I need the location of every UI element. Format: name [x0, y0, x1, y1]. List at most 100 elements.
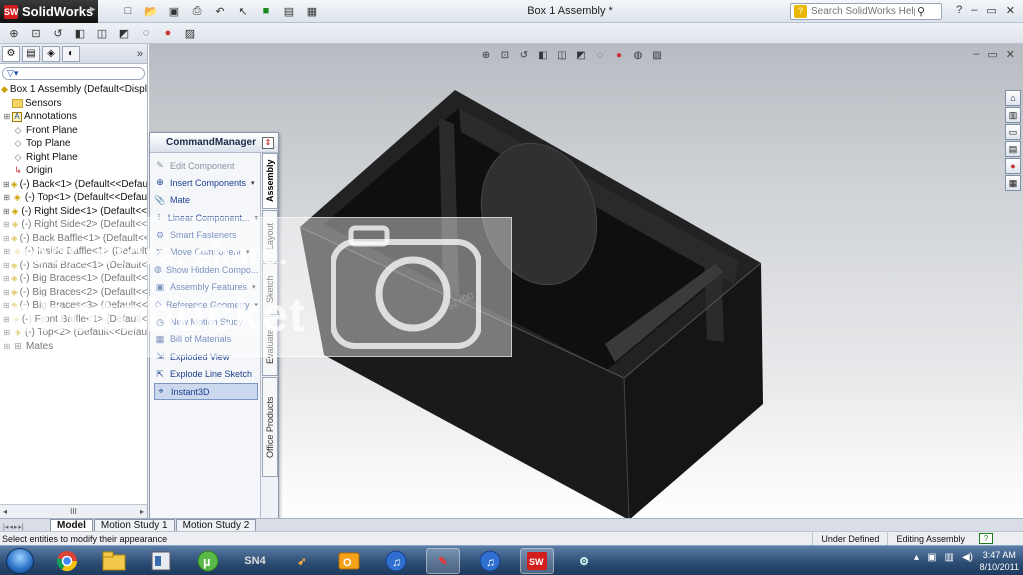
save-icon[interactable]: ▣ — [166, 3, 182, 19]
bottom-tab[interactable]: Motion Study 1 — [93, 519, 175, 531]
restore-button[interactable]: ▭ — [986, 4, 996, 17]
tree-item-label: (-) Back<1> (Default<<Defau — [19, 178, 147, 190]
command-item[interactable]: ✎ Edit Component — [154, 157, 258, 174]
status-message: Select entities to modify their appearan… — [2, 533, 168, 544]
taskbar-clock[interactable]: 3:47 AM 8/10/2011 — [980, 549, 1019, 573]
start-button[interactable] — [6, 548, 34, 574]
command-item[interactable]: ⌖ Instant3D — [154, 383, 258, 401]
rebuild-icon[interactable]: ■ — [258, 3, 274, 19]
last-tab-icon[interactable]: ▸| — [18, 523, 23, 531]
scene-icon[interactable]: ▨ — [182, 25, 198, 41]
itunes-icon[interactable]: ♫ — [379, 548, 413, 574]
tools-icon[interactable]: ⚙ — [567, 548, 601, 574]
file-explorer-icon[interactable]: ▭ — [1005, 124, 1021, 140]
solidworks-taskbar-icon[interactable]: SW — [520, 548, 554, 574]
command-item[interactable]: 📎 Mate — [154, 192, 258, 209]
watermark-tagline: host. store. share. — [11, 238, 289, 271]
tray-app-icon[interactable]: ▣ — [927, 552, 936, 563]
rocket-dock-icon[interactable]: ➶ — [285, 548, 319, 574]
display-manager-tab[interactable]: ◐ — [62, 45, 80, 62]
options-icon[interactable]: ▦ — [304, 3, 320, 19]
property-manager-tab[interactable]: ▤ — [22, 45, 40, 62]
bottom-tab[interactable]: Motion Study 2 — [175, 519, 257, 531]
dropdown-arrow-icon[interactable]: ▾ — [251, 179, 255, 187]
command-item[interactable]: ⇱ Explode Line Sketch — [154, 366, 258, 383]
tree-item[interactable]: ⊞ ◈ (-) Back<1> (Default<<Defau — [0, 178, 147, 192]
new-document-icon[interactable]: □ — [120, 3, 136, 19]
first-tab-icon[interactable]: |◂ — [3, 523, 8, 531]
tree-item[interactable]: ◇ Front Plane — [0, 124, 147, 138]
plane-icon: ◇ — [14, 138, 22, 148]
solidworks-menu-button[interactable]: SW SolidWorks ▸ — [0, 0, 98, 23]
paint-brush-icon[interactable]: ✎ — [426, 548, 460, 574]
section-view-icon[interactable]: ◧ — [72, 25, 88, 41]
help-search-box[interactable]: ? ⚲ — [790, 3, 942, 20]
quick-tips-button[interactable]: ? — [979, 533, 993, 544]
utorrent-icon[interactable]: µ — [191, 548, 225, 574]
tree-filter[interactable]: ▽▾ — [2, 67, 145, 80]
title-bar: SW SolidWorks ▸ □ 📂 ▣ ⎙ ↶ ↖ ■ ▤ ▦ Box 1 … — [0, 0, 1023, 23]
expand-toggle-icon[interactable]: ⊞ — [3, 205, 10, 219]
file-explorer-icon[interactable] — [97, 548, 131, 574]
appearances-icon[interactable]: ● — [1005, 158, 1021, 174]
solidworks-resources-icon[interactable]: ⌂ — [1005, 90, 1021, 106]
itunes-second-icon[interactable]: ♫ — [473, 548, 507, 574]
prev-tab-icon[interactable]: ◂ — [9, 523, 13, 531]
previous-view-icon[interactable]: ↺ — [50, 25, 66, 41]
design-library-icon[interactable]: ▥ — [1005, 107, 1021, 123]
expand-toggle-icon[interactable]: ⊞ — [3, 191, 11, 205]
tab-navigation: |◂ ◂ ▸ ▸| — [0, 523, 50, 531]
outlook-icon[interactable]: O — [332, 548, 366, 574]
hide-show-icon[interactable]: ◌ — [138, 25, 154, 41]
help-menu-button[interactable]: ? — [956, 4, 962, 17]
show-hidden-icons[interactable]: ▴ — [914, 552, 919, 563]
tree-item[interactable]: ◆ Box 1 Assembly (Default<Display — [0, 83, 147, 97]
command-tab[interactable]: Assembly — [262, 153, 278, 209]
tree-item[interactable]: Sensors — [0, 97, 147, 111]
tree-item[interactable]: ◇ Right Plane — [0, 151, 147, 165]
select-icon[interactable]: ↖ — [235, 3, 251, 19]
command-tab[interactable]: Office Products — [262, 377, 278, 477]
windows-app-icon[interactable] — [144, 548, 178, 574]
tree-item[interactable]: ◇ Top Plane — [0, 137, 147, 151]
volume-icon[interactable]: ◀) — [962, 552, 973, 563]
open-document-icon[interactable]: 📂 — [143, 3, 159, 19]
window-title: Box 1 Assembly * — [527, 5, 613, 17]
tree-item[interactable]: ⊞ ◈ (-) Right Side<1> (Default<< — [0, 205, 147, 219]
search-icon[interactable]: ⚲ — [917, 5, 925, 18]
undo-icon[interactable]: ↶ — [212, 3, 228, 19]
tree-item[interactable]: ⊞ ◈ (-) Top<1> (Default<<Defau — [0, 191, 147, 205]
next-tab-icon[interactable]: ▸ — [14, 523, 18, 531]
view-orientation-icon[interactable]: ◫ — [94, 25, 110, 41]
app-name: SolidWorks — [22, 4, 94, 19]
appearance-icon[interactable]: ● — [160, 25, 176, 41]
expand-panel-icon[interactable]: » — [137, 48, 143, 60]
close-button[interactable]: ✕ — [1006, 4, 1015, 17]
tree-item[interactable]: ↳ Origin — [0, 164, 147, 178]
bottom-tab[interactable]: Model — [50, 519, 93, 531]
network-icon[interactable]: ▥ — [945, 552, 954, 563]
expand-toggle-icon[interactable]: ⊞ — [3, 110, 11, 124]
horizontal-scrollbar[interactable]: ◂ III ▸ — [0, 504, 147, 518]
print-icon[interactable]: ⎙ — [189, 3, 205, 19]
tree-item[interactable]: ⊞ A Annotations — [0, 110, 147, 124]
scroll-right-icon[interactable]: ▸ — [140, 507, 144, 516]
feature-manager-tab[interactable]: ⚙ — [2, 45, 20, 62]
sn4-game-icon[interactable]: SN4 — [238, 548, 272, 574]
search-input[interactable] — [811, 6, 915, 17]
minimize-button[interactable]: – — [971, 4, 977, 17]
file-properties-icon[interactable]: ▤ — [281, 3, 297, 19]
custom-properties-icon[interactable]: ▦ — [1005, 175, 1021, 191]
pin-icon[interactable]: ⇕ — [262, 137, 274, 149]
zoom-to-area-icon[interactable]: ⊡ — [28, 25, 44, 41]
expand-toggle-icon[interactable]: ⊞ — [3, 178, 10, 192]
command-item[interactable]: ⊕ Insert Components ▾ — [154, 174, 258, 191]
scroll-thumb[interactable]: III — [70, 507, 77, 516]
svg-text:µ: µ — [203, 554, 211, 569]
display-style-icon[interactable]: ◩ — [116, 25, 132, 41]
chrome-icon[interactable] — [50, 548, 84, 574]
configuration-manager-tab[interactable]: ◈ — [42, 45, 60, 62]
zoom-to-fit-icon[interactable]: ⊕ — [6, 25, 22, 41]
view-palette-icon[interactable]: ▤ — [1005, 141, 1021, 157]
scroll-left-icon[interactable]: ◂ — [3, 507, 7, 516]
